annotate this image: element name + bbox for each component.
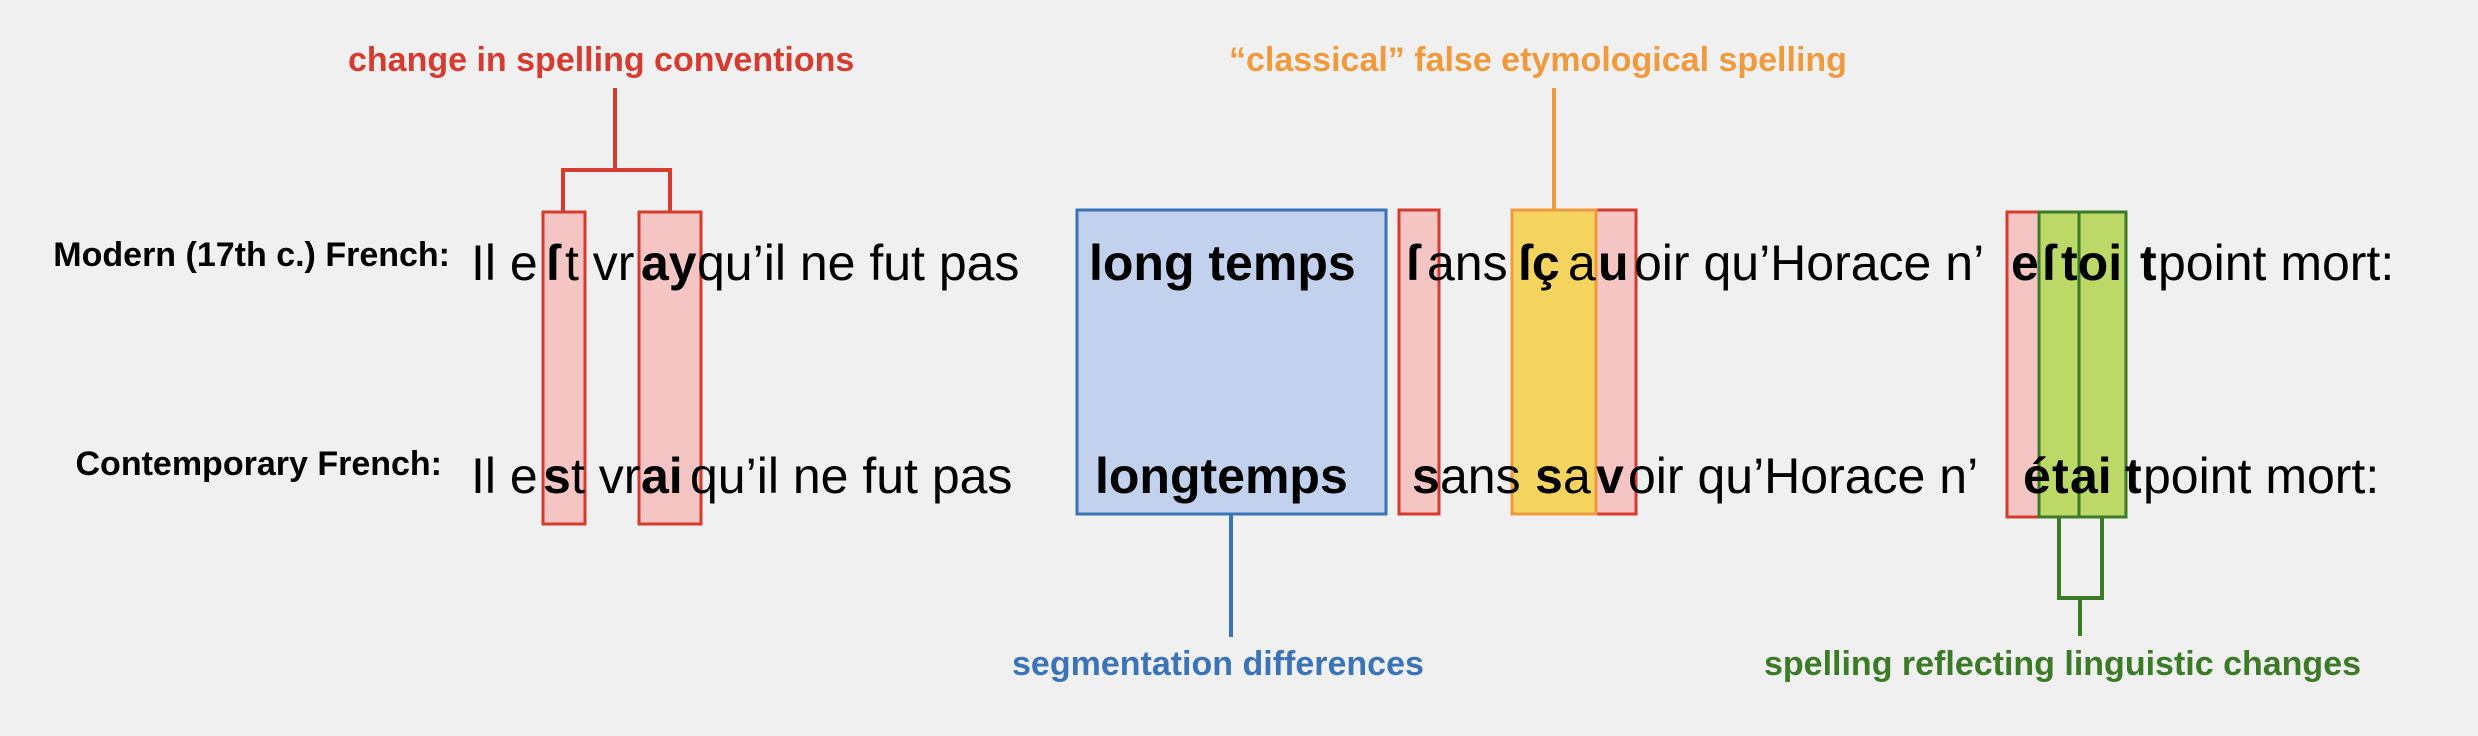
token-highlight: toi [2061, 235, 2123, 291]
token-highlight: t [2140, 235, 2157, 291]
token-highlight: ſ [546, 235, 560, 291]
token-highlight: v [1596, 448, 1624, 504]
token: a [1568, 235, 1596, 291]
token-highlight: e [2011, 235, 2039, 291]
token: Il e [471, 448, 538, 504]
token-highlight: ai [2070, 448, 2112, 504]
token-highlight: longtemps [1095, 448, 1348, 504]
token: oir qu’Horace n’ [1634, 235, 1985, 291]
token-highlight: long temps [1089, 235, 1356, 291]
token: point mort: [2143, 448, 2380, 504]
token-highlight: t [2125, 448, 2142, 504]
label-segmentation: segmentation differences [1012, 645, 1424, 683]
token-highlight: ay [641, 235, 697, 291]
token-highlight: t [2052, 448, 2069, 504]
token: point mort: [2158, 235, 2395, 291]
token: a [1563, 448, 1591, 504]
token-highlight: ſ [1406, 235, 1420, 291]
token-highlight: s [1535, 448, 1563, 504]
token-highlight: u [1598, 235, 1629, 291]
token-highlight: s [543, 448, 571, 504]
token: qu’il ne fut pas [697, 235, 1020, 291]
token: t vr [565, 235, 635, 291]
token-highlight: é [2023, 448, 2051, 504]
token-highlight: ai [641, 448, 683, 504]
token: t vr [571, 448, 641, 504]
token: oir qu’Horace n’ [1628, 448, 1979, 504]
label-spelling-conventions: change in spelling conventions [348, 41, 855, 79]
label-linguistic-changes: spelling reflecting linguistic changes [1764, 645, 2362, 683]
token: ans [1427, 235, 1508, 291]
label-false-etymology: “classical” false etymological spelling [1229, 41, 1847, 79]
highlight-layer [541, 88, 2128, 637]
sentence-modern: Il e ſ t vr ay qu’il ne fut pas long tem… [0, 238, 2478, 298]
sentence-contemporary: Il e s t vr ai qu’il ne fut pas longtemp… [0, 451, 2478, 511]
token-highlight: ſç [1518, 235, 1560, 291]
token-highlight: ſ [2042, 235, 2056, 291]
token-highlight: s [1412, 448, 1440, 504]
connector-spelling-conventions [561, 88, 672, 212]
token: ans [1440, 448, 1521, 504]
token: qu’il ne fut pas [690, 448, 1013, 504]
token: Il e [471, 235, 538, 291]
diagram: change in spelling conventions “classica… [0, 0, 2478, 736]
connector-linguistic-changes [2057, 517, 2104, 636]
